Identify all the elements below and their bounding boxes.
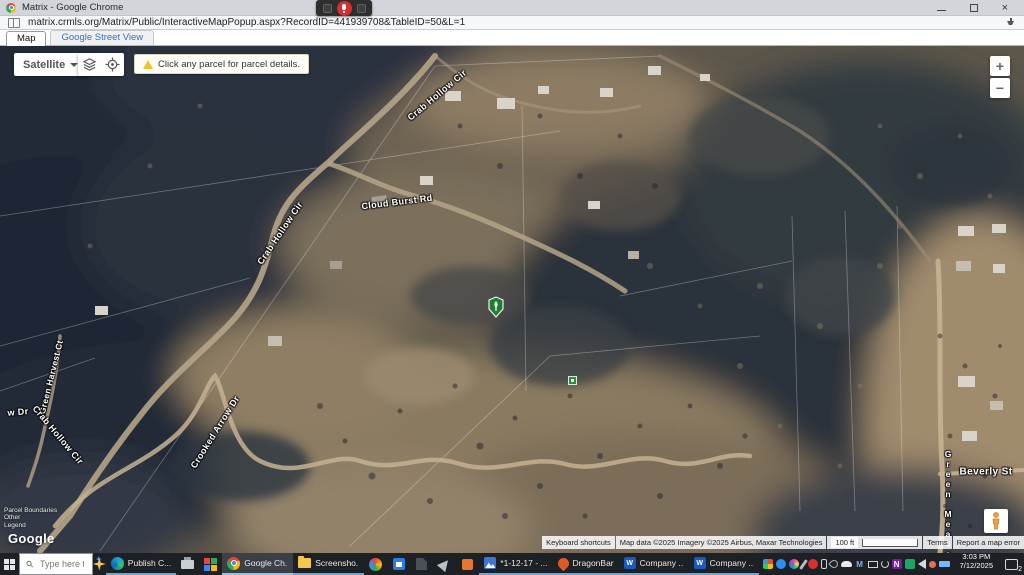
tab-map[interactable]: Map: [6, 31, 46, 46]
minimize-icon[interactable]: [937, 5, 946, 11]
map-data-text: Map data ©2025 Imagery ©2025 Airbus, Max…: [616, 536, 827, 549]
clock-date: 7/12/2025: [960, 562, 993, 571]
taskbar-app-chrome[interactable]: Google Ch...: [222, 553, 293, 575]
sync-icon[interactable]: [881, 560, 889, 568]
onedrive-cloud-icon[interactable]: [841, 561, 852, 567]
chevron-down-icon: [70, 63, 78, 67]
status-dot-icon[interactable]: [929, 561, 936, 568]
taskbar-app-company-1[interactable]: W Company ...: [619, 553, 689, 575]
terms-link[interactable]: Terms: [923, 536, 951, 549]
system-tray: M N: [759, 553, 954, 575]
restore-icon[interactable]: [970, 4, 978, 12]
satellite-dropdown[interactable]: Satellite: [14, 53, 87, 76]
map-tools: [78, 53, 124, 76]
mail-m-icon[interactable]: M: [855, 559, 865, 569]
windows-taskbar: Publish C... Google Ch... Screensho... *…: [0, 553, 1024, 575]
publish-app-icon: [111, 557, 124, 570]
satellite-map[interactable]: Crab Hollow Cir Cloud Burst Rd Crab Holl…: [0, 46, 1024, 553]
app-grid-icon[interactable]: [763, 559, 773, 569]
paint-splash-icon[interactable]: [789, 559, 799, 569]
report-error-link[interactable]: Report a map error: [953, 536, 1024, 549]
taskbar-search[interactable]: [19, 553, 93, 575]
satellite-imagery: [0, 46, 1024, 553]
url-text[interactable]: matrix.crmls.org/Matrix/Public/Interacti…: [28, 17, 465, 28]
layers-icon[interactable]: [82, 57, 97, 72]
mic-widget-right-button[interactable]: [357, 4, 366, 13]
outlook-icon[interactable]: [456, 553, 479, 575]
map-attribution: Keyboard shortcuts Map data ©2025 Imager…: [542, 536, 1024, 549]
satellite-label: Satellite: [23, 59, 65, 71]
window-title: Matrix - Google Chrome: [22, 2, 123, 13]
flame-icon: [555, 555, 571, 571]
monitor-icon[interactable]: [868, 561, 878, 568]
scale-control: 100 ft: [827, 536, 922, 549]
taskbar-app-publish[interactable]: Publish C...: [106, 553, 176, 575]
phone-icon[interactable]: [821, 559, 827, 569]
parcel-tooltip-text: Click any parcel for parcel details.: [158, 59, 300, 70]
pegman-icon[interactable]: [984, 509, 1008, 533]
keyboard-shortcuts-link[interactable]: Keyboard shortcuts: [542, 536, 615, 549]
browser-window: Matrix - Google Chrome × matrix.crmls.or…: [0, 0, 1024, 575]
recording-dot-icon[interactable]: [808, 559, 818, 569]
page-tab-bar: Map Google Street View: [0, 30, 1024, 46]
warning-icon: [143, 60, 153, 69]
scale-bar: [862, 539, 918, 547]
notification-icon: [1005, 559, 1018, 570]
start-button[interactable]: [0, 553, 19, 575]
google-logo: Google: [8, 531, 55, 546]
parcel-tooltip: Click any parcel for parcel details.: [134, 54, 309, 74]
notification-center[interactable]: 2: [999, 553, 1024, 575]
word-icon: W: [624, 557, 636, 569]
taskbar-app-company-2[interactable]: W Company ...: [689, 553, 759, 575]
url-bar[interactable]: matrix.crmls.org/Matrix/Public/Interacti…: [0, 16, 1024, 30]
truck-icon[interactable]: [939, 561, 950, 567]
taskbar-clock[interactable]: 3:03 PM 7/12/2025: [954, 553, 999, 575]
map-legend: Parcel Boundaries Other Legend: [4, 507, 57, 530]
street-label: Beverly St: [960, 467, 1013, 478]
search-icon: [26, 559, 33, 569]
title-bar: Matrix - Google Chrome ×: [0, 0, 1024, 16]
cortana-sparkle-icon[interactable]: [93, 553, 106, 575]
pen-icon[interactable]: [799, 559, 808, 570]
search-input[interactable]: [38, 558, 86, 570]
color-wheel-icon[interactable]: [364, 553, 387, 575]
taskbar-app-screenshot[interactable]: Screensho...: [293, 553, 364, 575]
folder-icon: [298, 558, 311, 568]
photos-icon: [484, 557, 496, 569]
property-marker-icon[interactable]: [488, 296, 504, 318]
chrome-icon: [227, 557, 240, 570]
chrome-logo-icon: [6, 3, 16, 13]
dragon-mic-widget: [316, 0, 372, 16]
mic-icon[interactable]: [337, 1, 352, 16]
street-label: w Dr: [7, 406, 29, 418]
speaker-icon[interactable]: [918, 559, 926, 569]
mic-widget-left-button[interactable]: [323, 4, 332, 13]
secondary-marker-icon[interactable]: [568, 376, 577, 385]
excel-icon[interactable]: [905, 559, 915, 569]
zoom-out-button[interactable]: −: [990, 78, 1010, 98]
office-icon[interactable]: [199, 553, 222, 575]
start-icon: [4, 559, 15, 570]
flag-icon[interactable]: [410, 553, 433, 575]
split-view-icon[interactable]: [8, 18, 20, 28]
rocket-icon[interactable]: [433, 553, 456, 575]
notification-count: 2: [1018, 566, 1022, 573]
onenote-icon[interactable]: N: [892, 559, 902, 569]
zoom-in-button[interactable]: +: [990, 56, 1010, 76]
taskbar-app-dragonbar[interactable]: DragonBar: [553, 553, 619, 575]
printer-icon[interactable]: [176, 553, 199, 575]
skype-icon[interactable]: [776, 559, 786, 569]
tab-google-street-view[interactable]: Google Street View: [50, 30, 154, 45]
download-icon[interactable]: [1005, 18, 1016, 28]
taskbar-app-photos[interactable]: *1-12-17 - ...: [479, 553, 552, 575]
close-icon[interactable]: ×: [1002, 3, 1008, 13]
crosshair-icon[interactable]: [105, 57, 120, 72]
word-icon: W: [694, 557, 706, 569]
pointer-icon[interactable]: [828, 558, 839, 569]
store-icon[interactable]: [387, 553, 410, 575]
